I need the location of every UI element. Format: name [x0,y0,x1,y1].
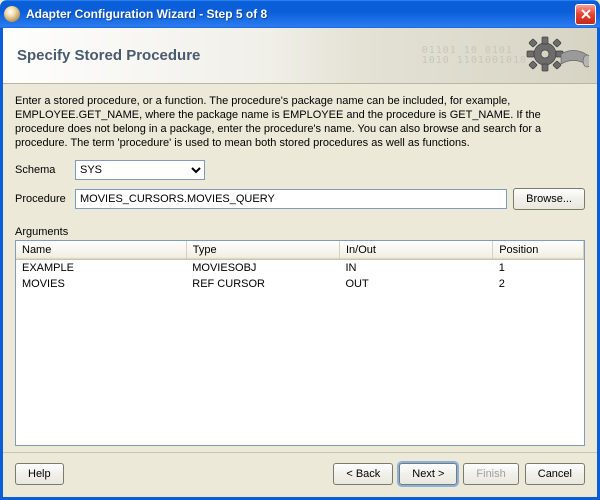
finish-button: Finish [463,463,518,485]
cell-inout: OUT [339,276,492,292]
cancel-button[interactable]: Cancel [525,463,585,485]
back-button[interactable]: < Back [333,463,393,485]
gear-icon [517,32,589,80]
table-row[interactable]: EXAMPLE MOVIESOBJ IN 1 [16,260,584,277]
arguments-table-container: Name Type In/Out Position EXAMPLE MOVIES… [15,240,585,446]
description-text: Enter a stored procedure, or a function.… [15,94,585,150]
cell-position: 2 [493,276,584,292]
banner-digits-decoration: 01101 10 0101 1010 1101001010 [422,46,527,66]
arguments-table: Name Type In/Out Position EXAMPLE MOVIES… [16,241,584,292]
arguments-label: Arguments [15,226,585,238]
button-bar: Help < Back Next > Finish Cancel [3,452,597,497]
cell-inout: IN [339,260,492,277]
table-row[interactable]: MOVIES REF CURSOR OUT 2 [16,276,584,292]
col-header-type[interactable]: Type [186,241,339,260]
schema-select[interactable]: SYS [75,160,205,180]
col-header-inout[interactable]: In/Out [339,241,492,260]
procedure-input[interactable] [75,189,507,209]
cell-name: MOVIES [16,276,186,292]
titlebar: Adapter Configuration Wizard - Step 5 of… [0,0,600,28]
cell-type: MOVIESOBJ [186,260,339,277]
wizard-banner: Specify Stored Procedure 01101 10 0101 1… [3,28,597,84]
cell-position: 1 [493,260,584,277]
cell-name: EXAMPLE [16,260,186,277]
window-title: Adapter Configuration Wizard - Step 5 of… [26,7,575,21]
procedure-label: Procedure [15,193,75,205]
browse-button[interactable]: Browse... [513,188,585,210]
col-header-position[interactable]: Position [493,241,584,260]
cell-type: REF CURSOR [186,276,339,292]
schema-label: Schema [15,164,75,176]
close-button[interactable] [575,4,596,25]
app-icon [4,6,20,22]
page-title: Specify Stored Procedure [17,47,200,64]
close-icon [581,9,591,19]
next-button[interactable]: Next > [399,463,457,485]
help-button[interactable]: Help [15,463,64,485]
col-header-name[interactable]: Name [16,241,186,260]
